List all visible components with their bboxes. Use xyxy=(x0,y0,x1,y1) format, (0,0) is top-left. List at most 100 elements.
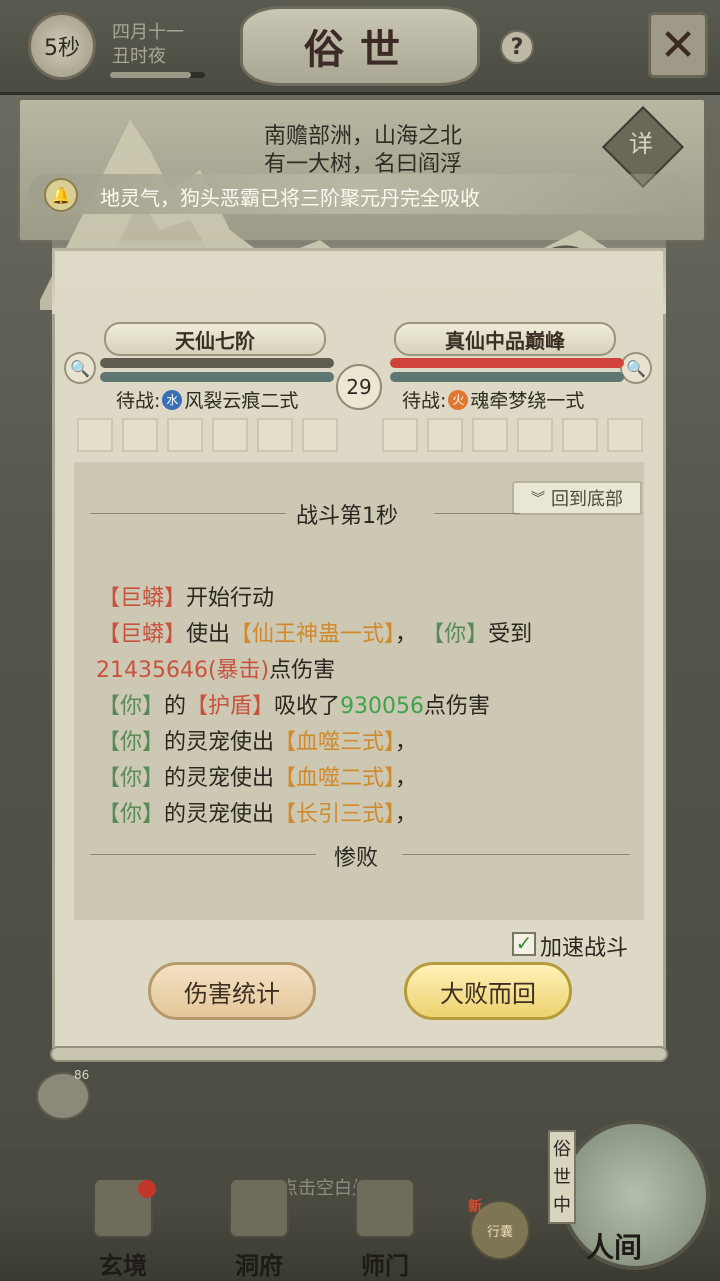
time-period: 丑时夜 xyxy=(112,46,166,67)
help-icon[interactable]: ? xyxy=(500,30,534,64)
pending-label: 待战: xyxy=(116,390,161,412)
bell-icon: 🔔 xyxy=(44,178,78,212)
current-world-tag: 俗世中 xyxy=(548,1130,576,1224)
log-skill: 【仙王神蛊一式】 xyxy=(230,622,396,647)
buff-slot xyxy=(302,418,338,452)
log-target: 【你】 xyxy=(433,622,489,647)
player-shield-bar xyxy=(100,372,334,382)
log-line: 21435646(暴击)点伤害 xyxy=(96,652,335,684)
log-section-title: 战斗第1秒 xyxy=(296,504,398,529)
buff-slot xyxy=(517,418,553,452)
player-hp-bar xyxy=(100,358,334,368)
log-text: ， xyxy=(395,730,418,755)
date-lunar: 四月十一 xyxy=(112,22,184,43)
log-text: 使出 xyxy=(186,622,231,647)
log-text: 受到 xyxy=(488,622,533,647)
log-absorb-amount: 930056 xyxy=(340,694,425,719)
log-line: 【你】的灵宠使出【血噬三式】， xyxy=(98,724,417,756)
log-line: 【你】的灵宠使出【血噬二式】， xyxy=(98,760,417,792)
notice-text: 地灵气，狗头恶霸已将三阶聚元丹完全吸收 xyxy=(100,186,480,210)
log-text: 的灵宠使出 xyxy=(164,766,275,791)
log-text: ， xyxy=(395,802,418,827)
log-actor: 【巨蟒】 xyxy=(98,622,187,647)
detail-label[interactable]: 详 xyxy=(614,124,668,159)
log-text: 点伤害 xyxy=(269,658,336,683)
log-line: 【巨蟒】开始行动 xyxy=(98,580,274,612)
log-text: ， xyxy=(395,766,418,791)
chevron-down-icon: ︾ xyxy=(531,491,545,507)
notification-dot xyxy=(138,1180,156,1198)
buff-slot xyxy=(212,418,248,452)
pavilion-icon xyxy=(229,1178,289,1238)
new-badge: 新 xyxy=(468,1199,482,1215)
log-text: 点伤害 xyxy=(424,694,491,719)
time-progress-bar xyxy=(110,72,205,78)
enemy-name-plaque: 真仙中品巅峰 xyxy=(394,322,616,356)
enemy-hp-bar xyxy=(390,358,624,368)
log-actor: 【你】 xyxy=(98,730,165,755)
buff-slot xyxy=(167,418,203,452)
nav-renjian-label[interactable]: 人间 xyxy=(586,1226,642,1266)
enemy-hp-fill xyxy=(390,358,624,368)
checkmark-icon: ✓ xyxy=(515,931,533,955)
nav-label: 洞府 xyxy=(235,1251,283,1280)
page-title: 俗世 xyxy=(304,26,416,73)
time-progress-fill xyxy=(110,72,191,78)
enemy-skill-name: 魂牵梦绕一式 xyxy=(470,390,585,412)
player-name-plaque: 天仙七阶 xyxy=(104,322,326,356)
back-to-bottom-label: 回到底部 xyxy=(551,489,623,510)
log-skill: 【血噬三式】 xyxy=(274,730,396,755)
player-inspect-icon[interactable]: 🔍 xyxy=(64,352,96,384)
timer-badge: 5秒 xyxy=(28,12,96,80)
buff-slot xyxy=(122,418,158,452)
player-hp-fill xyxy=(100,358,334,368)
divider xyxy=(90,513,286,514)
enemy-pending-skill: 待战: 火 魂牵梦绕一式 xyxy=(402,386,584,413)
water-element-icon: 水 xyxy=(162,389,183,410)
buff-slot xyxy=(427,418,463,452)
close-icon[interactable]: ✕ xyxy=(648,12,708,78)
dialog-fade-top xyxy=(52,240,666,314)
enemy-realm: 真仙中品巅峰 xyxy=(445,328,565,353)
buff-slot xyxy=(472,418,508,452)
damage-stats-button[interactable]: 伤害统计 xyxy=(148,962,316,1020)
title-plaque: 俗世 xyxy=(240,6,480,86)
player-pending-skill: 待战: 水 风裂云痕二式 xyxy=(116,386,298,413)
log-line: 【你】的灵宠使出【长引三式】， xyxy=(98,796,417,828)
log-text: 的 xyxy=(164,694,187,719)
divider xyxy=(434,513,520,514)
log-text: 吸收了 xyxy=(274,694,341,719)
nav-dongfu[interactable]: 洞府 xyxy=(214,1172,304,1280)
log-skill: 【长引三式】 xyxy=(274,802,396,827)
sect-icon xyxy=(355,1178,415,1238)
divider xyxy=(402,854,630,855)
scroll-roller xyxy=(50,1046,668,1062)
battle-result: 惨败 xyxy=(334,846,379,871)
buff-slot xyxy=(562,418,598,452)
log-damage: 21435646(暴击) xyxy=(96,658,270,683)
log-actor: 【你】 xyxy=(98,766,165,791)
fire-element-icon: 火 xyxy=(448,389,469,410)
retreat-button[interactable]: 大败而回 xyxy=(404,962,572,1020)
log-actor: 【你】 xyxy=(98,802,165,827)
nav-label: 师门 xyxy=(361,1251,409,1280)
enemy-shield-bar xyxy=(390,372,624,382)
buff-slot xyxy=(382,418,418,452)
log-actor: 【你】 xyxy=(98,694,165,719)
buff-slot xyxy=(257,418,293,452)
log-line: 【你】的【护盾】吸收了930056点伤害 xyxy=(98,688,490,720)
nav-shimen[interactable]: 师门 xyxy=(340,1172,430,1280)
round-counter: 29 xyxy=(336,364,382,410)
back-to-bottom-button[interactable]: ︾ 回到底部 xyxy=(512,481,642,515)
log-text: 的灵宠使出 xyxy=(164,802,275,827)
log-shield: 【护盾】 xyxy=(186,694,275,719)
speed-battle-label[interactable]: 加速战斗 xyxy=(540,930,628,962)
player-buff-slots xyxy=(77,418,338,452)
speed-battle-checkbox[interactable]: ✓ xyxy=(512,932,536,956)
enemy-inspect-icon[interactable]: 🔍 xyxy=(620,352,652,384)
enemy-buff-slots xyxy=(382,418,643,452)
player-skill-name: 风裂云痕二式 xyxy=(184,390,299,412)
log-skill: 【血噬二式】 xyxy=(274,766,396,791)
buff-slot xyxy=(607,418,643,452)
chat-count-badge: 86 xyxy=(74,1068,90,1082)
